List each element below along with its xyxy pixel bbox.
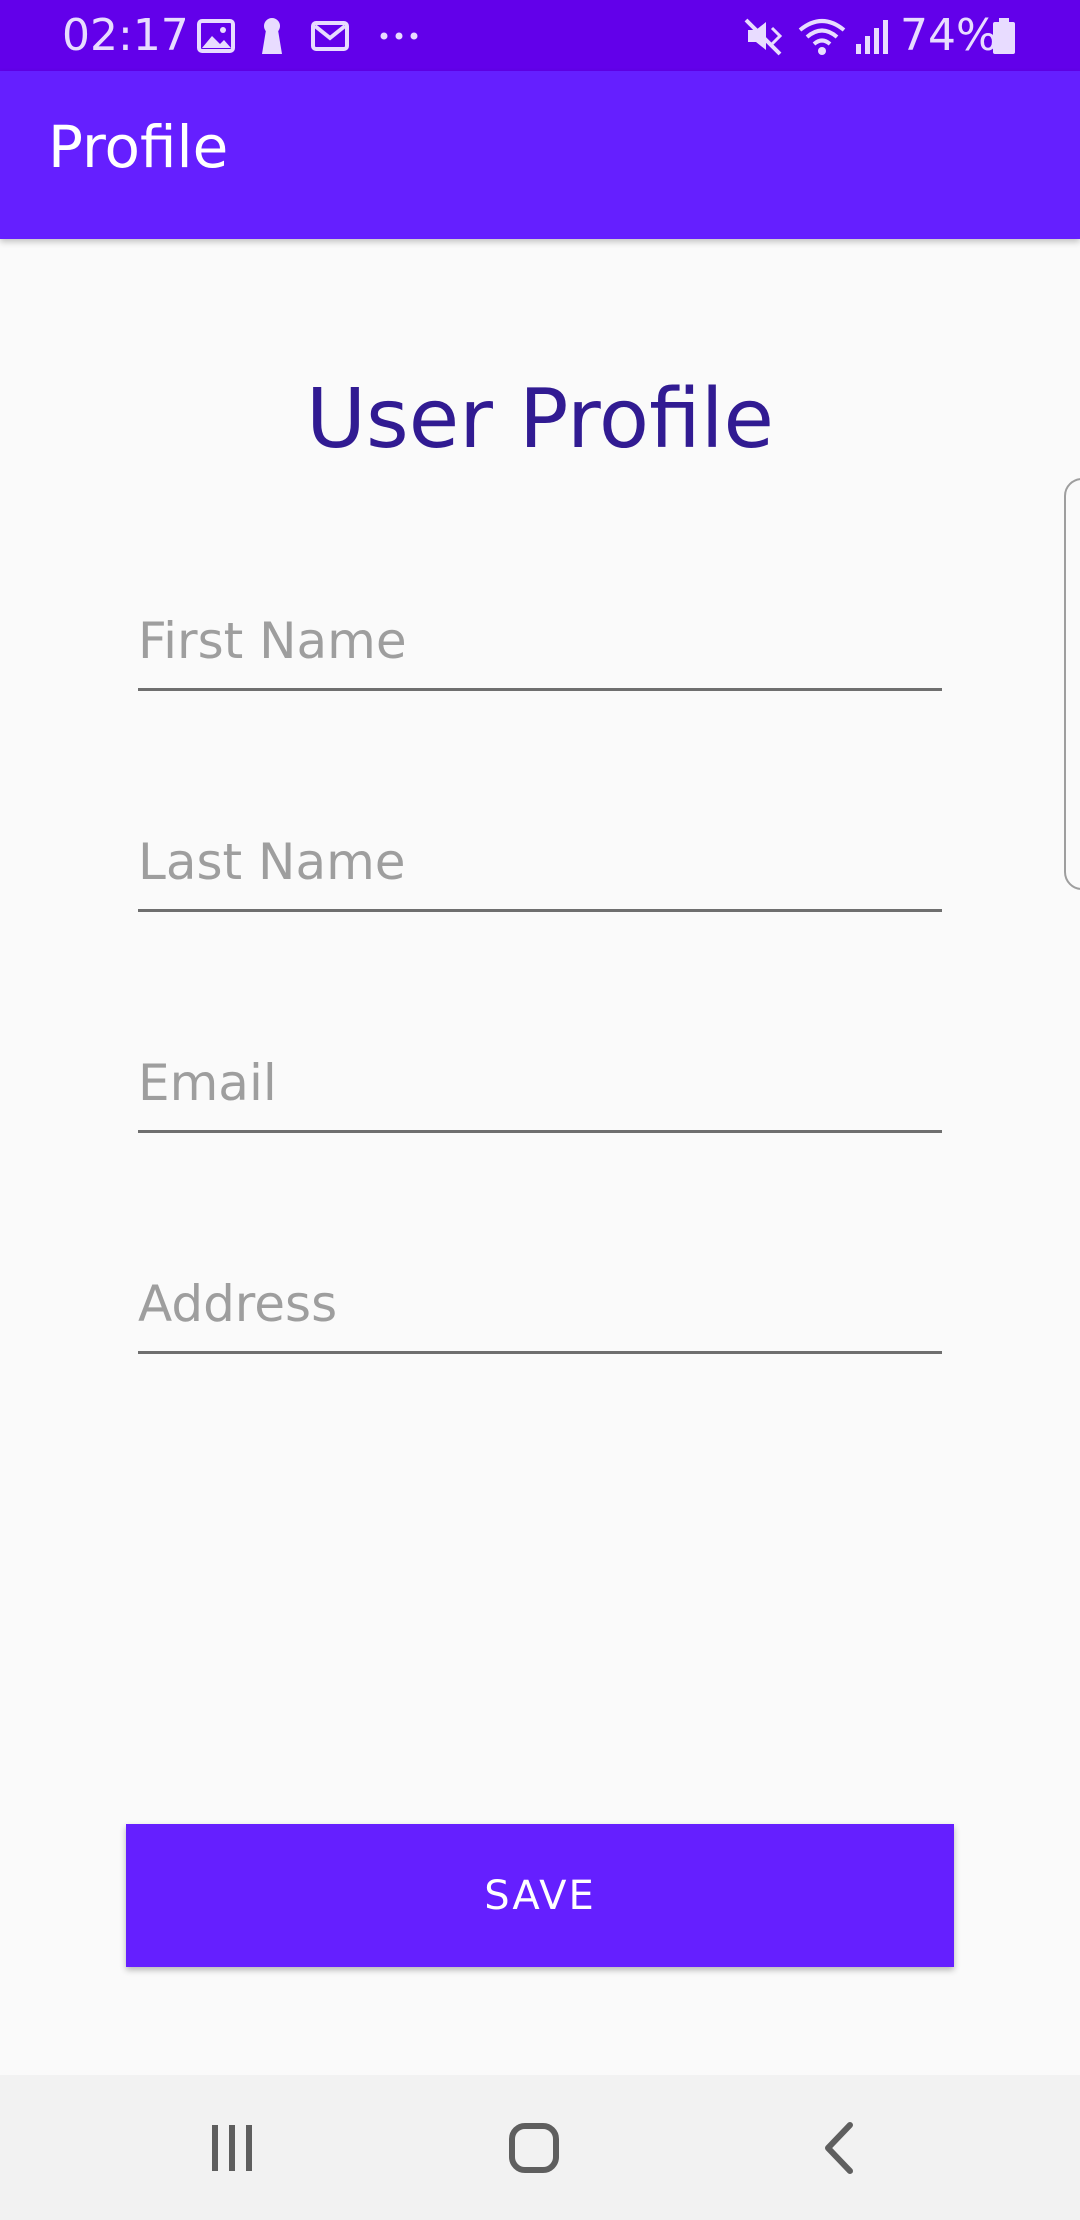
app-bar: Profile	[0, 71, 1080, 239]
edge-panel-handle[interactable]	[1064, 478, 1080, 890]
page-title: User Profile	[306, 372, 774, 467]
home-icon[interactable]	[434, 2075, 634, 2220]
email-input[interactable]	[138, 1038, 942, 1128]
recents-icon[interactable]	[132, 2075, 332, 2220]
app-bar-title: Profile	[48, 113, 229, 181]
wifi-icon	[798, 19, 846, 55]
back-icon[interactable]	[738, 2075, 938, 2220]
status-bar: 02:17 74%	[0, 0, 1080, 71]
email-underline	[138, 1130, 942, 1133]
screen: 02:17 74% Profile User Profile First Nam…	[0, 0, 1080, 2220]
battery-percent: 74%	[900, 10, 998, 61]
navigation-bar	[0, 2075, 1080, 2220]
first-name-input[interactable]	[138, 596, 942, 686]
first-name-underline	[138, 688, 942, 691]
address-input[interactable]	[138, 1259, 942, 1349]
mute-icon	[744, 18, 783, 56]
email-field	[138, 1038, 942, 1138]
address-field	[138, 1259, 942, 1359]
gallery-icon	[197, 19, 235, 53]
address-underline	[138, 1351, 942, 1354]
status-time: 02:17	[62, 10, 189, 61]
first-name-field	[138, 596, 942, 696]
signal-icon	[856, 20, 888, 54]
keyhole-icon	[262, 18, 282, 54]
last-name-field	[138, 817, 942, 917]
last-name-underline	[138, 909, 942, 912]
more-dots-icon	[380, 32, 418, 40]
save-button[interactable]: SAVE	[126, 1824, 954, 1967]
last-name-input[interactable]	[138, 817, 942, 907]
mail-icon	[311, 21, 349, 51]
battery-icon	[993, 18, 1015, 54]
